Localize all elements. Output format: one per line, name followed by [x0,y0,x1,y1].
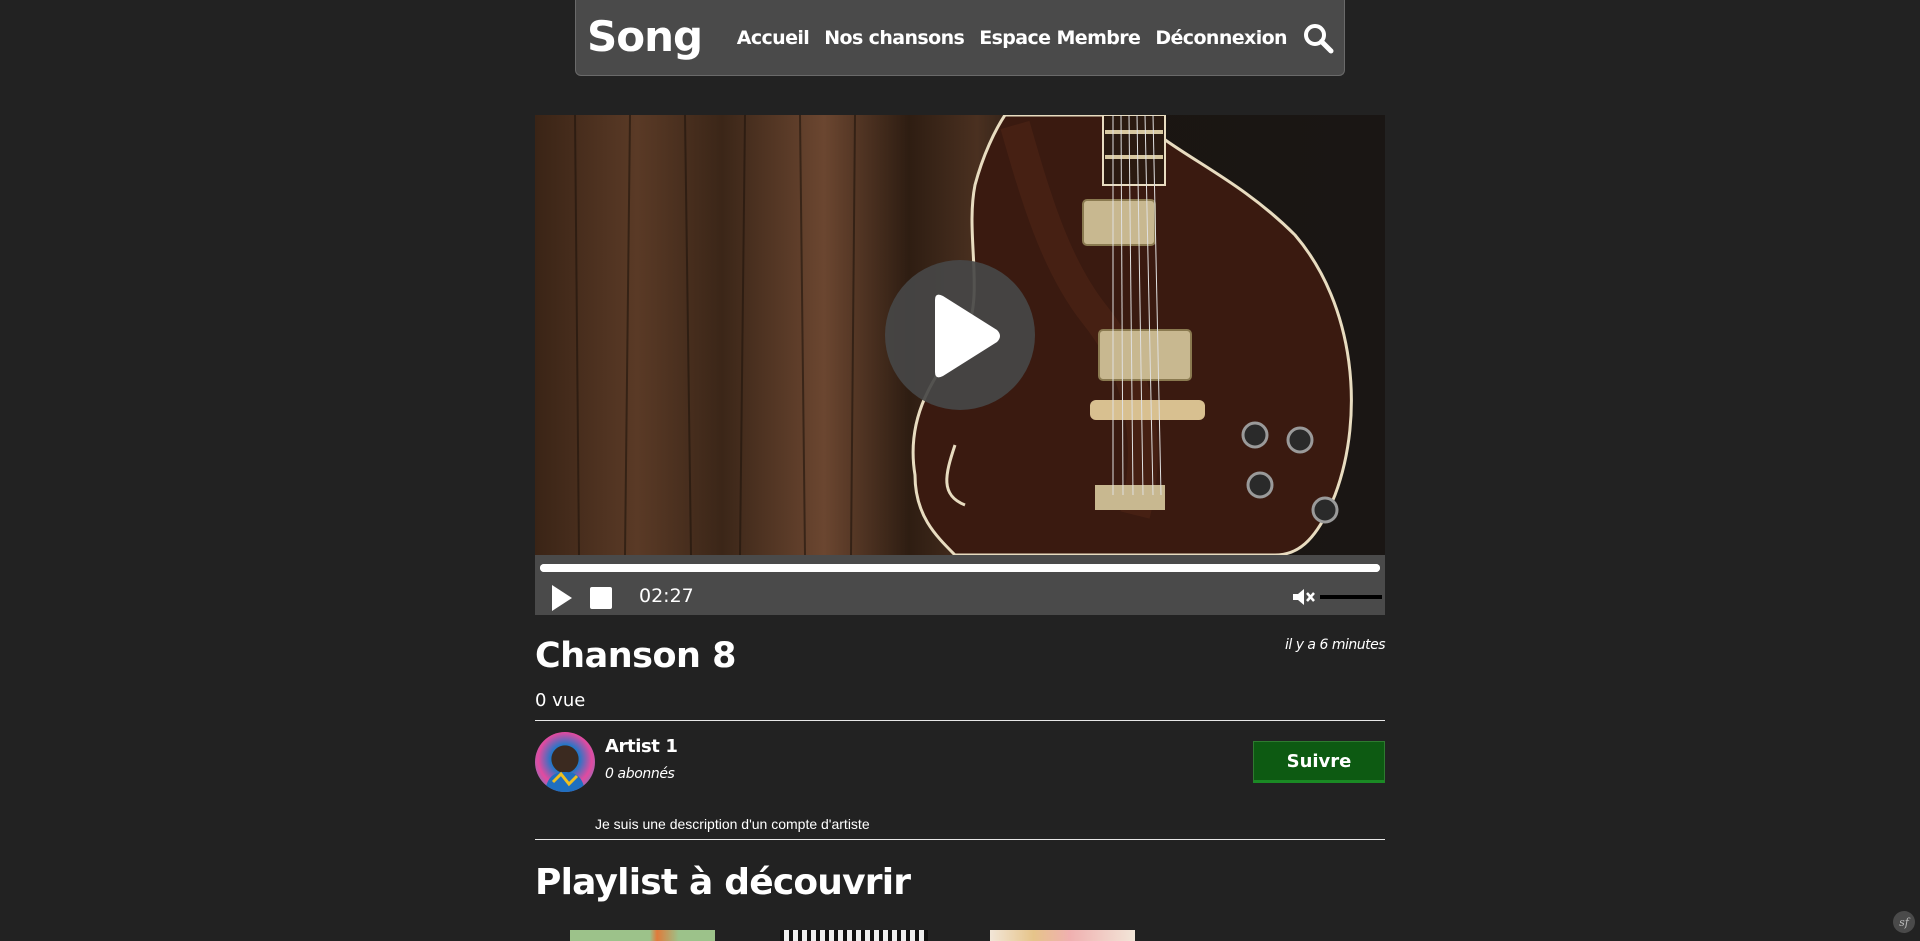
playlist-section-title: Playlist à découvrir [535,862,911,903]
playlist-thumbnail[interactable] [990,930,1135,941]
playlist-thumbnail[interactable] [780,930,928,941]
current-time: 02:27 [639,585,694,607]
progress-bar[interactable] [540,564,1380,572]
song-cover-image [535,115,1385,555]
big-play-button[interactable] [885,260,1035,410]
song-title: Chanson 8 [535,636,736,676]
volume-fill [1320,595,1382,599]
song-views: 0 vue [535,690,586,711]
play-icon [935,294,1000,378]
playlist-thumbnail[interactable] [570,930,715,941]
mute-icon[interactable] [1292,587,1316,607]
artist-name[interactable]: Artist 1 [605,736,678,757]
nav-link-accueil[interactable]: Accueil [737,27,810,49]
play-icon [552,585,572,611]
artist-description: Je suis une description d'un compte d'ar… [595,816,870,832]
search-icon[interactable] [1302,22,1334,54]
progress-fill [540,564,1380,572]
follow-button[interactable]: Suivre [1253,741,1385,783]
symfony-toolbar-icon[interactable]: sf [1893,911,1915,933]
nav-links: Accueil Nos chansons Espace Membre Décon… [737,0,1334,76]
divider [535,720,1385,721]
player-controls: 02:27 [535,555,1385,615]
song-posted-date: il y a 6 minutes [1284,637,1386,653]
artist-subscribers: 0 abonnés [605,766,675,782]
divider [535,839,1385,840]
volume-slider[interactable] [1320,595,1382,599]
stop-button[interactable] [590,587,612,609]
site-logo[interactable]: Song [587,12,703,61]
top-navbar: Song Accueil Nos chansons Espace Membre … [575,0,1345,76]
nav-link-deconnexion[interactable]: Déconnexion [1155,27,1287,49]
song-player: 02:27 [535,115,1385,615]
nav-link-espace-membre[interactable]: Espace Membre [979,27,1141,49]
artist-avatar[interactable] [535,732,595,792]
play-button[interactable] [549,583,575,613]
nav-link-nos-chansons[interactable]: Nos chansons [824,27,965,49]
